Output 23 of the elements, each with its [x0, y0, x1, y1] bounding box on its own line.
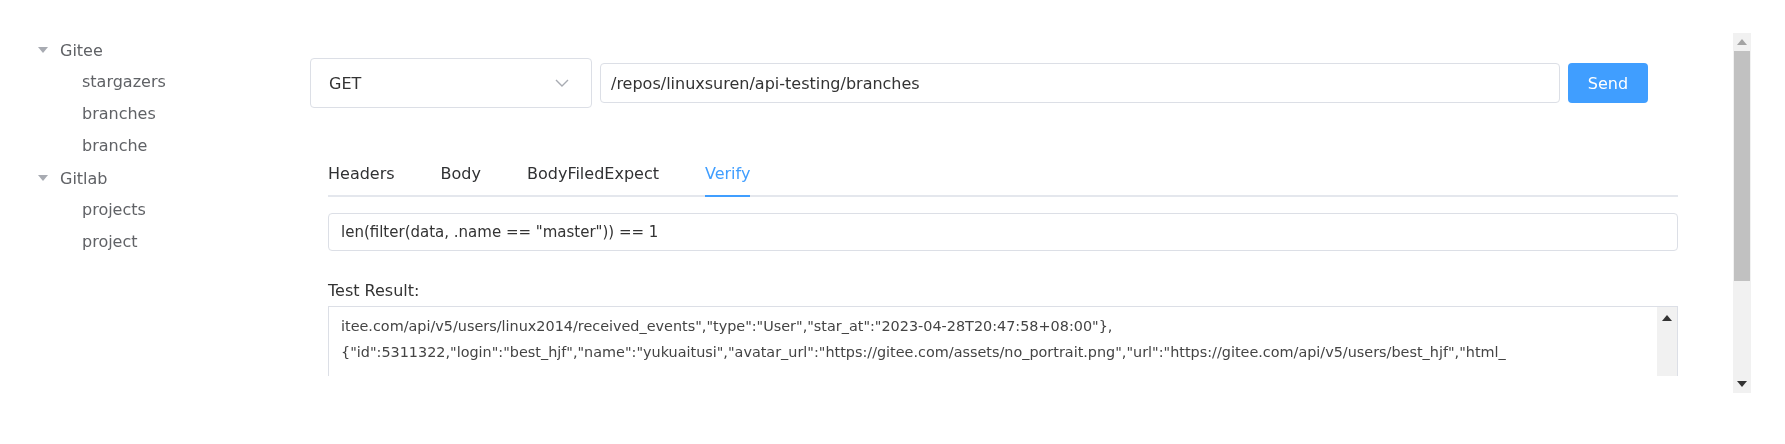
verify-expression-field[interactable]: len(filter(data, .name == "master")) == 1 [328, 213, 1678, 251]
tree-item[interactable]: project [38, 226, 250, 258]
tree-item[interactable]: stargazers [38, 66, 250, 98]
scroll-down-icon[interactable] [1737, 381, 1747, 387]
test-result-label: Test Result: [328, 281, 421, 300]
page-scrollbar[interactable] [1733, 33, 1751, 393]
test-result-textarea[interactable] [328, 306, 1678, 376]
scroll-up-icon[interactable] [1662, 315, 1672, 321]
tab[interactable]: Body [440, 164, 501, 197]
tree-node[interactable]: Gitee [38, 34, 250, 66]
method-select[interactable]: GET [310, 58, 592, 108]
textarea-scrollbar[interactable] [1657, 307, 1677, 376]
tree-item[interactable]: projects [38, 194, 250, 226]
tree-item[interactable]: branches [38, 98, 250, 130]
result-line: itee.com/api/v5/users/linux2014/received_events","type":"User","star_at":"2023-04-28T20:47:58+08:00"}, [341, 317, 1114, 336]
tree-item[interactable]: branche [38, 130, 250, 162]
url-field[interactable]: /repos/linuxsuren/api-testing/branches [600, 63, 1560, 103]
chevron-down-icon [555, 79, 569, 87]
result-line: {"id":5311322,"login":"best_hjf","name":"yukuaitusi","avatar_url":"https://gitee.com/assets/no_portrait.png","url":"https://gitee.com/api/v5/users/best_hjf","html_ [341, 343, 1507, 362]
tree-node[interactable]: Gitlab [38, 162, 250, 194]
tab[interactable]: Headers [328, 164, 415, 197]
tab[interactable]: BodyFiledExpect [527, 164, 679, 197]
scrollbar-thumb[interactable] [1734, 51, 1750, 281]
